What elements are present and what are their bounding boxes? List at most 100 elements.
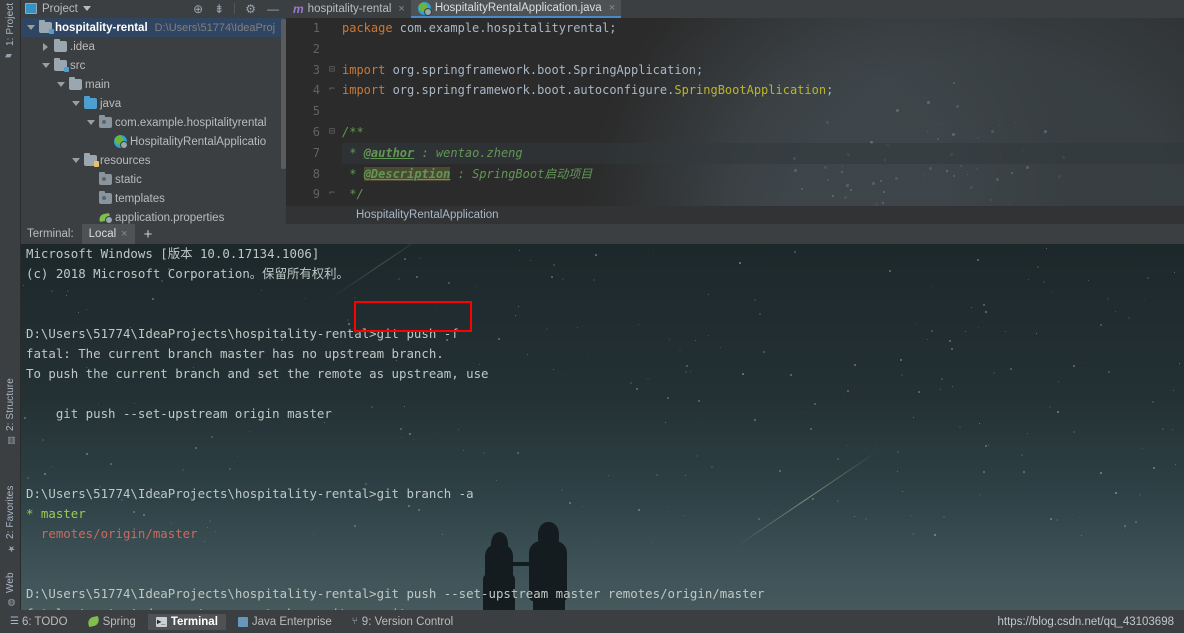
terminal-line: Microsoft Windows [版本 10.0.17134.1006]	[26, 246, 320, 261]
gear-icon[interactable]: ⚙	[242, 2, 259, 16]
close-icon[interactable]: ×	[609, 2, 615, 14]
status-item-terminal[interactable]: ▸_ Terminal	[147, 613, 226, 630]
code-line[interactable]: import org.springframework.boot.SpringAp…	[342, 60, 1184, 81]
chevron-down-icon[interactable]	[70, 155, 81, 166]
terminal-tab-local[interactable]: Local ×	[81, 224, 135, 244]
tree-item-label: application.properties	[115, 211, 225, 224]
tree-item-label: templates	[115, 192, 165, 205]
structure-icon: ▥	[5, 434, 16, 445]
chevron-down-icon[interactable]	[40, 60, 51, 71]
tree-item[interactable]: application.properties	[21, 208, 286, 227]
chevron-down-icon[interactable]	[85, 117, 96, 128]
code-line[interactable]: /**	[342, 122, 1184, 143]
status-item-spring[interactable]: Spring	[80, 614, 144, 630]
fold-marker-icon[interactable]: ⌐	[326, 80, 338, 101]
fold-marker-icon[interactable]: ⌐	[326, 184, 338, 205]
code-token: : SpringBoot启动项目	[450, 166, 593, 181]
fold-marker-icon[interactable]: ⊟	[326, 60, 338, 81]
collapse-all-icon[interactable]: ⇟	[211, 2, 227, 16]
java-enterprise-icon	[237, 616, 248, 627]
minimize-icon[interactable]: —	[264, 2, 282, 16]
project-panel-title: Project	[42, 2, 78, 15]
code-token: /**	[342, 124, 364, 139]
code-content[interactable]: package com.example.hospitalityrental; i…	[338, 18, 1184, 206]
tree-item[interactable]: com.example.hospitalityrental	[21, 113, 286, 132]
tree-item[interactable]: java	[21, 94, 286, 113]
status-bar: ☰ 6: TODO Spring ▸_ Terminal Java Enterp…	[0, 610, 1184, 633]
editor-area: m hospitality-rental × HospitalityRentalApp…	[286, 0, 1184, 224]
code-line[interactable]: */	[342, 184, 1184, 205]
status-item-version-control[interactable]: ⑂ 9: Version Control	[344, 614, 461, 630]
sidebar-item-web[interactable]: ◍ Web	[0, 566, 21, 610]
target-icon[interactable]: ⊕	[190, 2, 206, 16]
tree-item[interactable]: hospitality-rental D:\Users\51774\IdeaPro…	[21, 18, 286, 37]
code-line[interactable]	[342, 39, 1184, 60]
code-editor[interactable]: 123456789 ⊟ ⌐ ⊟ ⌐ package com.example.hospi…	[286, 18, 1184, 206]
chevron-down-icon[interactable]	[70, 98, 81, 109]
status-label-version-control: 9: Version Control	[361, 615, 454, 628]
close-icon[interactable]: ×	[121, 228, 127, 240]
code-folding-gutter[interactable]: ⊟ ⌐ ⊟ ⌐	[326, 18, 338, 206]
code-line[interactable]: package com.example.hospitalityrental;	[342, 18, 1184, 39]
spring-class-icon-icon	[114, 135, 128, 149]
fold-marker-icon[interactable]: ⊟	[326, 122, 338, 143]
project-tool-window: Project ⊕ ⇟ ⚙ — hospitality-rental D:\Use…	[21, 0, 286, 224]
tree-item-label: .idea	[70, 40, 95, 53]
line-number: 3	[312, 62, 320, 77]
tree-item[interactable]: main	[21, 75, 286, 94]
terminal-output-text: Microsoft Windows [版本 10.0.17134.1006] (c…	[21, 244, 1184, 610]
breadcrumb[interactable]: HospitalityRentalApplication	[286, 206, 1184, 224]
sidebar-item-structure[interactable]: ▥ 2: Structure	[0, 352, 21, 448]
project-scrollbar[interactable]	[281, 17, 286, 207]
project-panel-header: Project ⊕ ⇟ ⚙ —	[21, 0, 286, 17]
tree-item-label: com.example.hospitalityrental	[115, 116, 267, 129]
project-tree[interactable]: hospitality-rental D:\Users\51774\IdeaPro…	[21, 17, 286, 227]
code-line[interactable]: * @Description : SpringBoot启动项目	[342, 164, 1184, 185]
todo-icon: ☰	[10, 616, 19, 627]
chevron-down-icon[interactable]	[25, 22, 36, 33]
code-line[interactable]	[342, 101, 1184, 122]
sidebar-item-favorites[interactable]: ★ 2: Favorites	[0, 460, 21, 556]
close-icon[interactable]: ×	[398, 3, 404, 15]
project-icon	[25, 3, 37, 14]
tree-item[interactable]: resources	[21, 151, 286, 170]
code-token: *	[342, 145, 364, 160]
maven-icon: m	[293, 2, 304, 16]
status-item-todo[interactable]: ☰ 6: TODO	[2, 614, 76, 630]
line-number: 5	[312, 104, 320, 119]
code-line[interactable]: * @author : wentao.zheng	[342, 142, 1184, 164]
code-token: package	[342, 21, 400, 35]
line-number: 1	[312, 21, 320, 35]
tree-item[interactable]: static	[21, 170, 286, 189]
tree-item[interactable]: src	[21, 56, 286, 75]
chevron-right-icon[interactable]	[40, 41, 51, 52]
editor-tab[interactable]: HospitalityRentalApplication.java ×	[410, 0, 622, 18]
watermark-url: https://blog.csdn.net/qq_43103698	[997, 615, 1174, 628]
folder-icon	[69, 77, 82, 90]
tree-item-label: src	[70, 59, 86, 72]
editor-tab-label: hospitality-rental	[307, 3, 392, 15]
tree-item-label: HospitalityRentalApplicatio	[130, 135, 267, 148]
line-number: 9	[312, 187, 320, 202]
status-item-java-enterprise[interactable]: Java Enterprise	[230, 614, 340, 630]
new-terminal-button[interactable]: +	[135, 227, 162, 242]
chevron-down-icon[interactable]	[55, 79, 66, 90]
tree-item[interactable]: .idea	[21, 37, 286, 56]
tree-item-label: java	[100, 97, 122, 110]
left-tool-rail: 1: Project ▰ ▥ 2: Structure ★ 2: Favorit…	[0, 0, 21, 633]
editor-tab[interactable]: m hospitality-rental ×	[286, 0, 411, 18]
terminal-line: D:\Users\51774\IdeaProjects\hospitality-…	[26, 586, 765, 601]
spring-icon	[86, 615, 100, 628]
terminal-output-body[interactable]: Microsoft Windows [版本 10.0.17134.1006] (c…	[21, 244, 1184, 610]
editor-tab-bar[interactable]: m hospitality-rental × HospitalityRentalApp…	[286, 0, 1184, 18]
tree-item[interactable]: HospitalityRentalApplicatio	[21, 132, 286, 151]
terminal-line: To push the current branch and set the r…	[26, 366, 489, 381]
chevron-down-icon[interactable]	[82, 6, 91, 11]
code-token: import	[342, 62, 393, 77]
code-line[interactable]: import org.springframework.boot.autoconf…	[342, 80, 1184, 101]
tree-item[interactable]: templates	[21, 189, 286, 208]
